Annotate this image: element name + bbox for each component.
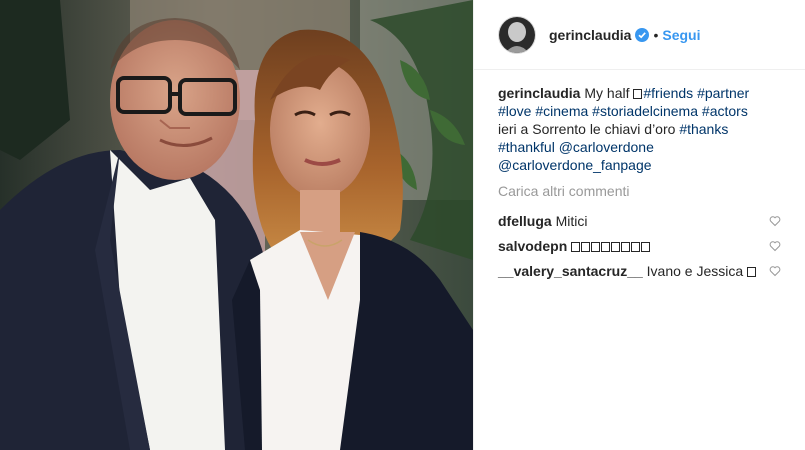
post-side-panel: gerinclaudia • Segui gerinclaudia My hal…: [473, 0, 805, 450]
comment-body: dfelluga Mitici: [498, 212, 587, 230]
comment-row: __valery_santacruz__ Ivano e Jessica: [498, 262, 781, 280]
emoji-placeholder-icon: [747, 267, 757, 277]
hashtag-link[interactable]: #love: [498, 103, 531, 119]
emoji-placeholder-icon: [633, 89, 643, 99]
avatar[interactable]: [498, 15, 536, 54]
separator-dot: •: [653, 26, 659, 43]
verified-badge-icon: [635, 27, 650, 42]
comment-text: Ivano e Jessica: [646, 263, 744, 279]
photo-illustration: [0, 0, 473, 450]
caption: gerinclaudia My half #friends #partner #…: [498, 84, 781, 174]
comment-emoji-placeholders: [571, 238, 651, 254]
hashtag-link[interactable]: #thanks: [679, 121, 728, 137]
instagram-post: gerinclaudia • Segui gerinclaudia My hal…: [0, 0, 805, 450]
caption-text: My half: [584, 85, 630, 101]
comment-body: salvodepn: [498, 237, 651, 255]
post-header: gerinclaudia • Segui: [474, 0, 805, 70]
hashtag-link[interactable]: #actors: [702, 103, 748, 119]
comment-username[interactable]: __valery_santacruz__: [498, 263, 643, 279]
hashtag-link[interactable]: #friends: [643, 85, 693, 101]
emoji-placeholder-icon: [581, 242, 591, 252]
heart-outline-icon[interactable]: [769, 265, 781, 277]
hashtag-link[interactable]: #thankful: [498, 139, 555, 155]
emoji-placeholder-icon: [591, 242, 601, 252]
hashtag-link[interactable]: #storiadelcinema: [592, 103, 698, 119]
mention-link[interactable]: @carloverdone: [559, 139, 654, 155]
heart-outline-icon[interactable]: [769, 240, 781, 252]
comment-row: salvodepn: [498, 237, 781, 255]
emoji-placeholder-icon: [601, 242, 611, 252]
hashtag-link[interactable]: #partner: [697, 85, 749, 101]
header-username[interactable]: gerinclaudia: [549, 27, 631, 43]
post-photo[interactable]: [0, 0, 473, 450]
hashtag-link[interactable]: #cinema: [535, 103, 588, 119]
comment-row: dfelluga Mitici: [498, 212, 781, 230]
emoji-placeholder-icon: [631, 242, 641, 252]
emoji-placeholder-icon: [621, 242, 631, 252]
mention-link[interactable]: @carloverdone_fanpage: [498, 157, 652, 173]
comments-section: gerinclaudia My half #friends #partner #…: [474, 70, 805, 280]
comment-body: __valery_santacruz__ Ivano e Jessica: [498, 262, 757, 280]
emoji-placeholder-icon: [641, 242, 651, 252]
caption-text: ieri a Sorrento le chiavi d’oro: [498, 121, 676, 137]
follow-button[interactable]: Segui: [662, 27, 700, 43]
caption-username[interactable]: gerinclaudia: [498, 85, 580, 101]
avatar-image: [499, 16, 535, 53]
emoji-placeholder-icon: [571, 242, 581, 252]
comment-username[interactable]: dfelluga: [498, 213, 552, 229]
heart-outline-icon[interactable]: [769, 215, 781, 227]
comment-text: Mitici: [555, 213, 588, 229]
load-more-comments-button[interactable]: Carica altri commenti: [498, 182, 781, 200]
emoji-placeholder-icon: [611, 242, 621, 252]
comment-username[interactable]: salvodepn: [498, 238, 567, 254]
